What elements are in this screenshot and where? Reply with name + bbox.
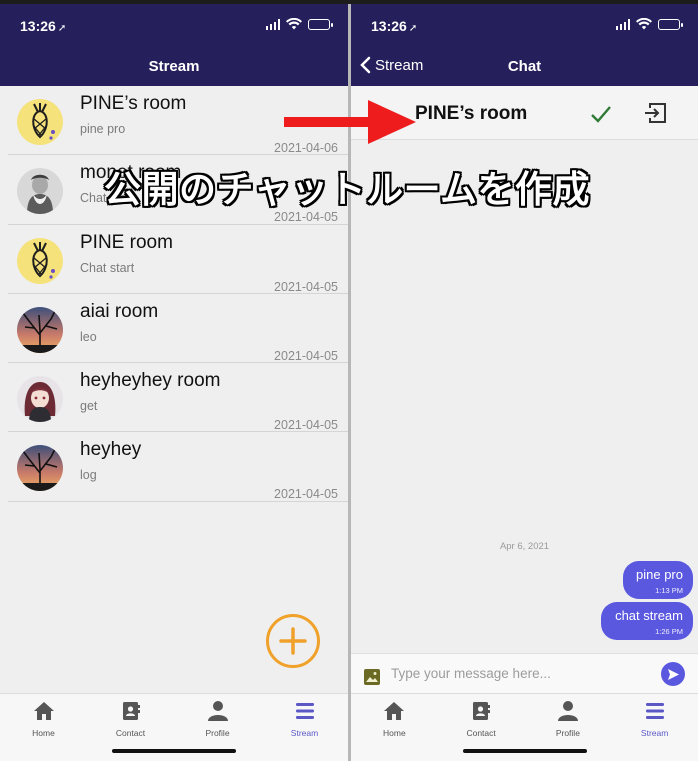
plus-icon xyxy=(279,627,307,655)
wifi-icon xyxy=(286,18,302,30)
annotation-arrow xyxy=(284,100,416,144)
tab-stream[interactable]: Stream xyxy=(611,694,698,761)
room-date: 2021-04-05 xyxy=(274,348,338,363)
message-bubble: chat stream 1:26 PM xyxy=(601,602,693,640)
sunset-tree-avatar xyxy=(17,445,63,492)
room-name: aiai room xyxy=(80,300,159,322)
room-date: 2021-04-05 xyxy=(274,487,338,502)
message-input[interactable] xyxy=(391,660,651,686)
room-date: 2021-04-05 xyxy=(274,418,338,433)
tab-label: Contact xyxy=(466,728,496,738)
add-room-button[interactable] xyxy=(266,614,320,668)
monet-avatar xyxy=(17,168,63,215)
tab-label: Stream xyxy=(640,728,669,738)
message-input-bar xyxy=(351,653,698,695)
page-title: Chat xyxy=(507,58,542,75)
contact-icon xyxy=(122,702,140,720)
room-last-message: get xyxy=(80,399,98,414)
room-last-message: Chat start xyxy=(80,260,135,275)
room-name: PINE’s room xyxy=(80,93,187,114)
date-separator: Apr 6, 2021 xyxy=(499,541,550,552)
tab-label: Home xyxy=(32,728,55,738)
room-name: heyhey xyxy=(80,439,142,461)
home-indicator xyxy=(462,749,587,753)
page-title: Stream xyxy=(148,58,200,75)
profile-icon xyxy=(557,701,578,721)
pineapple-avatar xyxy=(17,99,63,145)
tab-label: Stream xyxy=(290,728,319,738)
room-list-item[interactable]: heyheyhey room get 2021-04-05 xyxy=(8,363,348,433)
room-name: PINE room xyxy=(80,231,173,253)
room-title: PINE’s room xyxy=(415,103,528,124)
status-time: 13:26 ➚ xyxy=(371,18,418,34)
battery-icon xyxy=(658,18,683,30)
status-time: 13:26 ➚ xyxy=(20,18,67,34)
send-icon xyxy=(667,668,679,680)
anime-girl-avatar xyxy=(17,376,63,423)
tab-bar: Home Contact Profile Stream xyxy=(0,693,348,761)
room-list-item[interactable]: PINE room Chat start 2021-04-05 xyxy=(8,225,348,294)
tab-bar: Home Contact Profile Stream xyxy=(351,693,698,761)
tab-label: Profile xyxy=(205,728,230,738)
tab-home[interactable]: Home xyxy=(0,694,87,761)
room-name: heyheyhey room xyxy=(80,370,221,392)
message-bubble: pine pro 1:13 PM xyxy=(623,561,693,599)
room-list-item[interactable]: heyhey log 2021-04-05 xyxy=(8,432,348,502)
exit-icon[interactable] xyxy=(643,100,669,126)
message-time: 1:26 PM xyxy=(655,627,683,636)
stream-icon xyxy=(295,703,314,719)
sunset-tree-avatar xyxy=(17,306,63,353)
status-icons xyxy=(265,18,333,30)
room-date: 2021-04-05 xyxy=(274,279,338,294)
tab-label: Home xyxy=(383,728,406,738)
message-text: chat stream xyxy=(615,608,683,623)
check-icon[interactable] xyxy=(589,102,613,126)
message-time: 1:13 PM xyxy=(655,586,683,595)
contact-icon xyxy=(473,702,491,720)
home-indicator xyxy=(112,749,236,753)
send-button[interactable] xyxy=(661,662,685,686)
chat-header: 13:26 ➚ Stream Chat xyxy=(351,4,698,86)
status-icons xyxy=(615,18,683,30)
profile-icon xyxy=(207,701,228,721)
message-text: pine pro xyxy=(636,567,683,582)
home-icon xyxy=(384,702,405,720)
room-list-item[interactable]: aiai room leo 2021-04-05 xyxy=(8,294,348,364)
tab-stream[interactable]: Stream xyxy=(261,694,348,761)
battery-icon xyxy=(308,18,333,30)
image-icon[interactable] xyxy=(363,668,381,686)
room-list: PINE’s room pine pro 2021-04-06 monet ro… xyxy=(0,86,348,502)
tab-label: Contact xyxy=(115,728,146,738)
signal-icon xyxy=(265,18,280,30)
tab-label: Profile xyxy=(555,728,580,738)
wifi-icon xyxy=(636,18,652,30)
signal-icon xyxy=(615,18,630,30)
pineapple-avatar xyxy=(17,237,63,284)
home-icon xyxy=(33,702,54,720)
stream-header: 13:26 ➚ Stream xyxy=(0,4,348,86)
room-last-message: leo xyxy=(80,329,97,344)
tab-home[interactable]: Home xyxy=(351,694,438,761)
room-last-message: log xyxy=(80,468,97,483)
stream-icon xyxy=(645,703,664,719)
room-last-message: pine pro xyxy=(80,122,126,136)
annotation-caption: 公開のチャットルームを作成 xyxy=(104,169,591,210)
